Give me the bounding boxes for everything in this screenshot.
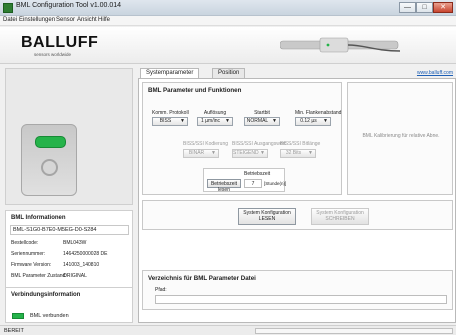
info-row: Firmware Version: 141003_140810 (11, 262, 99, 268)
calibration-note: BML Kalibrierung für relative Abne. (362, 133, 440, 139)
coding-value: BINÄR (188, 150, 205, 156)
edge-distance-dropdown[interactable]: 0.12 µs ▼ (295, 117, 331, 126)
bml-info-panel: BML Informationen BML-S1G0-B7E0-M5EG-D0-… (5, 210, 133, 297)
startbit-dropdown[interactable]: NORMAL ▼ (244, 117, 280, 126)
chevron-down-icon: ▼ (260, 150, 265, 156)
bit-length-label: BISS/SSI Bitlänge (280, 141, 321, 147)
product-code-field: BML-S1G0-B7E0-M5EG-D0-S284 (10, 225, 129, 235)
path-label: Pfad: (155, 287, 167, 293)
coding-label: BISS/SSI Kodierung (183, 141, 229, 147)
resolution-label: Auflösung (203, 110, 227, 116)
tab-position[interactable]: Position (212, 68, 246, 78)
connection-status-text: BML verbunden (30, 313, 69, 319)
info-row: Seriennummer: 1464250000028 DE (11, 251, 108, 257)
directory-title: Verzeichnis für BML Parameter Datei (148, 275, 256, 282)
startbit-label: Startbit (254, 110, 270, 116)
read-runtime-button[interactable]: Betriebszeit lesen (207, 179, 241, 193)
read-config-button[interactable]: System Konfiguration LESEN (238, 208, 296, 225)
close-button[interactable]: ✕ (433, 2, 453, 13)
menu-datei[interactable]: Datei (3, 17, 17, 23)
protocol-dropdown[interactable]: BISS ▼ (152, 117, 188, 126)
progress-bar (255, 328, 453, 334)
coding-dropdown[interactable]: BINÄR ▼ (183, 149, 219, 158)
status-bar: BEREIT (0, 325, 456, 335)
directory-section: Verzeichnis für BML Parameter Datei Pfad… (142, 270, 453, 310)
calibration-section: BML Kalibrierung für relative Abne. (347, 82, 453, 195)
chevron-down-icon: ▼ (323, 118, 328, 124)
chevron-down-icon: ▼ (308, 150, 313, 156)
main-panel: Systemparameter Position www.balluff.com… (138, 68, 456, 323)
edge-distance-value: 0.12 µs (300, 118, 317, 124)
params-section: BML Parameter und Funktionen Komm. Proto… (142, 82, 342, 195)
info-label: Bestellcode: (11, 240, 39, 246)
output-value: STEIGEND (233, 150, 259, 156)
device-status-led (35, 136, 66, 148)
write-config-button[interactable]: System Konfiguration SCHREIBEN (311, 208, 369, 225)
brand-tagline: sensors worldwide (34, 52, 72, 57)
menu-bar: Datei Einstellungen Sensor Ansicht Hilfe (0, 16, 456, 26)
connection-panel: Verbindungsinformation BML verbunden (5, 287, 133, 323)
startbit-value: NORMAL (246, 118, 269, 124)
info-value: BML043W (63, 240, 87, 246)
bit-length-dropdown[interactable]: 32 Bits ▼ (280, 149, 316, 158)
runtime-label: Betriebszeit (244, 171, 271, 177)
info-title: BML Informationen (11, 215, 66, 221)
maximize-button[interactable]: □ (416, 2, 433, 13)
chevron-down-icon: ▼ (272, 118, 277, 124)
app-window: BML Configuration Tool v1.00.014 — □ ✕ D… (0, 0, 456, 335)
edge-distance-label: Min. Flankenabstand (295, 110, 342, 116)
window-title: BML Configuration Tool v1.00.014 (16, 2, 122, 9)
config-section: System Konfiguration LESEN System Konfig… (142, 200, 453, 230)
info-label: BML Parameter Zustand: (11, 273, 67, 279)
connection-title: Verbindungsinformation (11, 292, 81, 298)
info-row: BML Parameter Zustand: ORIGINAL (11, 273, 87, 279)
protocol-value: BISS (159, 118, 172, 124)
tab-systemparameter[interactable]: Systemparameter (140, 68, 200, 78)
info-value: ORIGINAL (63, 273, 87, 279)
protocol-label: Komm. Protokoll (152, 110, 189, 116)
balluff-logo: BALLUFF (21, 34, 99, 51)
output-value-label: BISS/SSI Ausgangswert (232, 141, 286, 147)
runtime-unit: [Stunde(n)] (264, 181, 287, 186)
minimize-button[interactable]: — (399, 2, 416, 13)
connection-status-led (12, 313, 24, 319)
menu-einstellungen[interactable]: Einstellungen (19, 17, 55, 23)
info-label: Firmware Version: (11, 262, 52, 268)
device-screw-icon (41, 159, 58, 176)
bit-length-value: 32 Bits (285, 150, 302, 156)
runtime-field: 7 (244, 179, 262, 188)
info-value: 1464250000028 DE (63, 251, 108, 257)
runtime-group: Betriebszeit Betriebszeit lesen 7 [Stund… (203, 168, 287, 193)
info-value: 141003_140810 (63, 262, 100, 268)
chevron-down-icon: ▼ (211, 150, 216, 156)
app-icon (3, 3, 13, 13)
info-row: Bestellcode: BML043W (11, 240, 86, 246)
path-field[interactable] (155, 295, 447, 304)
menu-hilfe[interactable]: Hilfe (98, 17, 110, 23)
balluff-website-link[interactable]: www.balluff.com (417, 70, 453, 76)
left-panel: BML Informationen BML-S1G0-B7E0-M5EG-D0-… (5, 68, 133, 323)
output-value-dropdown[interactable]: STEIGEND ▼ (232, 149, 268, 158)
sensor-image (280, 37, 400, 53)
resolution-value: 1 µm/inc (201, 118, 220, 124)
title-bar: BML Configuration Tool v1.00.014 — □ ✕ (0, 0, 456, 16)
params-title: BML Parameter und Funktionen (148, 87, 242, 94)
status-text: BEREIT (4, 328, 24, 334)
chevron-down-icon: ▼ (225, 118, 230, 124)
tab-content: BML Parameter und Funktionen Komm. Proto… (138, 78, 456, 323)
info-label: Seriennummer: (11, 251, 46, 257)
menu-sensor[interactable]: Sensor (56, 17, 75, 23)
resolution-dropdown[interactable]: 1 µm/inc ▼ (197, 117, 233, 126)
menu-ansicht[interactable]: Ansicht (77, 17, 97, 23)
chevron-down-icon: ▼ (180, 118, 185, 124)
